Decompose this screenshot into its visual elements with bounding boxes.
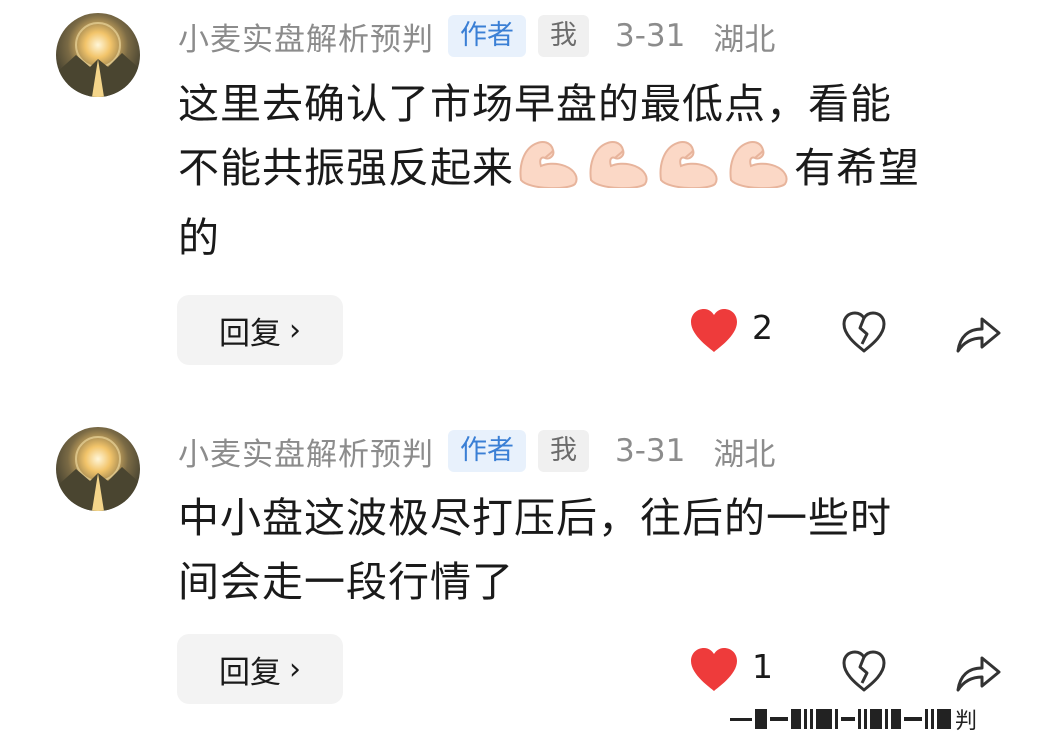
reply-button[interactable]: 回复 › <box>177 634 343 704</box>
username[interactable]: 小麦实盘解析预判 <box>178 429 434 474</box>
heart-icon[interactable] <box>689 647 739 693</box>
chevron-right-icon: › <box>289 651 301 687</box>
like-count: 1 <box>752 647 773 686</box>
comment-text-line: 中小盘这波极尽打压后，往后的一些时 <box>178 494 892 542</box>
comment-text: 中小盘这波极尽打压后，往后的一些时 间会走一段行情了 <box>178 486 1013 614</box>
broken-heart-icon[interactable] <box>841 649 887 693</box>
reply-label: 回复 <box>219 654 281 691</box>
share-icon[interactable] <box>954 650 1002 694</box>
me-badge: 我 <box>538 430 589 472</box>
avatar[interactable] <box>56 427 140 511</box>
comment-item: 小麦实盘解析预判 作者 我 3-31 湖北 中小盘这波极尽打压后，往后的一些时 … <box>0 0 1059 753</box>
author-badge: 作者 <box>448 430 526 472</box>
comment-header: 小麦实盘解析预判 作者 我 3-31 湖北 <box>178 428 775 474</box>
watermark: 判 <box>730 702 1040 736</box>
comment-date: 3-31 <box>615 433 686 469</box>
watermark-text: 判 <box>955 709 978 734</box>
comment-location: 湖北 <box>713 436 776 473</box>
comment-text-line: 间会走一段行情了 <box>178 558 514 606</box>
watermark-glyphs <box>730 709 951 729</box>
